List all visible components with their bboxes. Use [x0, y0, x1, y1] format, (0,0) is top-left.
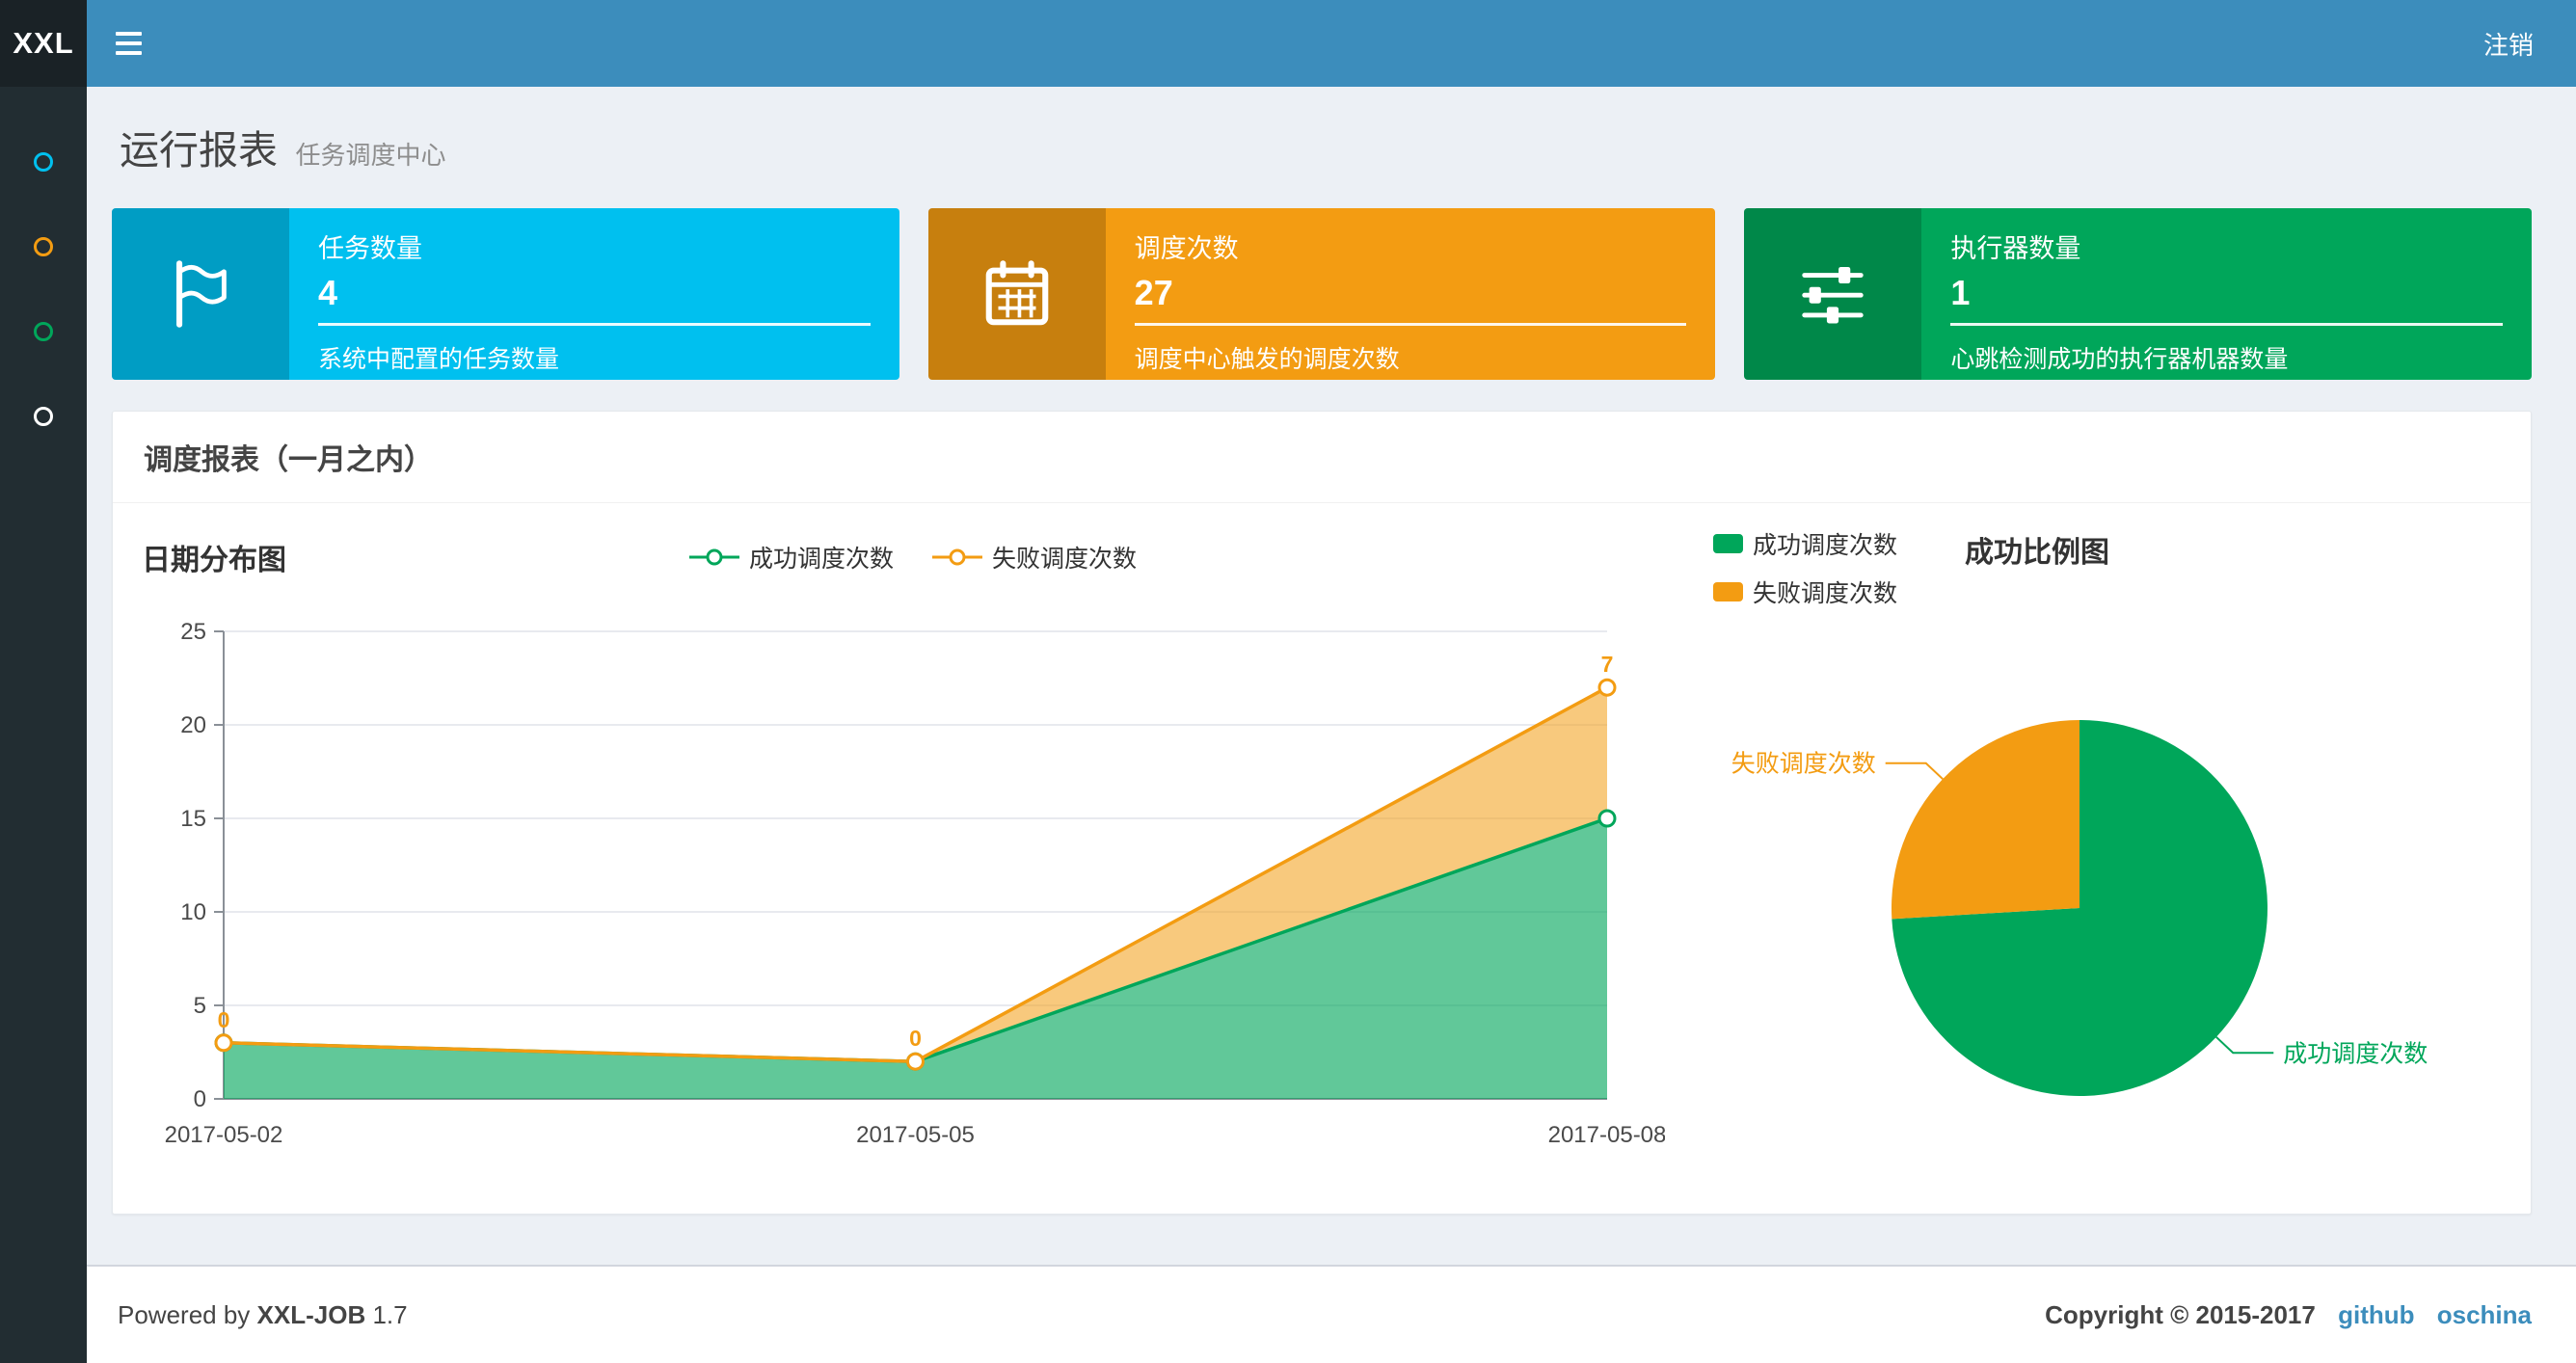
pie-slice-label: 成功调度次数: [2283, 1040, 2428, 1067]
report-panel: 调度报表（一月之内） 日期分布图 成功调度次数 失败调度次数 0 5 10 15 20 25…: [112, 411, 2532, 1215]
hamburger-icon: [116, 32, 142, 36]
x-tick-label: 2017-05-05: [856, 1122, 975, 1148]
circle-icon: [34, 152, 53, 172]
legend-label: 失败调度次数: [1753, 580, 1898, 607]
success-ratio-section: 成功调度次数 失败调度次数 成功比例图 成功调度次数 失败调度次数: [1713, 526, 2502, 1190]
legend-label: 失败调度次数: [992, 546, 1138, 573]
page-title: 运行报表: [120, 128, 278, 173]
calendar-icon: [927, 208, 1106, 380]
y-tick-label: 20: [180, 712, 206, 738]
info-box-title: 调度次数: [1134, 234, 1239, 263]
pie-chart-legend: 成功调度次数 失败调度次数: [1713, 526, 1897, 609]
info-box-content: 任务数量 4 系统中配置的任务数量: [289, 208, 899, 380]
info-box-executors[interactable]: 执行器数量 1 心跳检测成功的执行器机器数量: [1744, 208, 2533, 380]
line-chart-title: 日期分布图: [142, 545, 286, 576]
github-link[interactable]: github: [2338, 1300, 2414, 1329]
logout-link[interactable]: 注销: [2441, 0, 2576, 87]
line-legend-marker-icon: [932, 548, 982, 566]
x-tick-label: 2017-05-08: [1548, 1122, 1665, 1148]
line-chart-header: 日期分布图 成功调度次数 失败调度次数: [142, 526, 1684, 588]
sidebar-item-4[interactable]: [0, 374, 87, 459]
pie-leader-line: [2215, 1036, 2274, 1055]
pie-chart-title: 成功比例图: [1965, 537, 2110, 569]
circle-icon: [34, 237, 53, 256]
panel-title: 调度报表（一月之内）: [113, 412, 2531, 503]
navbar-spacer: [171, 0, 2441, 87]
info-box-title: 执行器数量: [1950, 234, 2081, 263]
footer-brand: XXL-JOB: [256, 1299, 366, 1329]
x-tick-label: 2017-05-02: [165, 1122, 283, 1148]
date-distribution-section: 日期分布图 成功调度次数 失败调度次数 0 5 10 15 20 25 2017-05-02 2…: [142, 526, 1684, 1190]
info-box-title: 任务数量: [318, 234, 422, 263]
info-box-divider: [318, 323, 871, 326]
y-tick-label: 5: [194, 993, 206, 1019]
legend-label: 成功调度次数: [748, 546, 894, 573]
data-point[interactable]: [906, 1052, 925, 1071]
legend-item[interactable]: 失败调度次数: [1713, 575, 1897, 609]
footer-version: 1.7: [372, 1299, 408, 1329]
data-point[interactable]: [214, 1033, 233, 1053]
sidebar-toggle-button[interactable]: [87, 0, 171, 87]
main-content: 运行报表 任务调度中心 任务数量 4 系统中配置的任务数量 调度次数 27 调度…: [87, 87, 2576, 1265]
y-tick-label: 0: [194, 1086, 206, 1112]
page-header: 运行报表 任务调度中心: [120, 118, 2532, 175]
legend-swatch-icon: [1713, 582, 1743, 601]
info-box-divider: [1950, 323, 2504, 326]
sliders-icon: [1744, 208, 1922, 380]
info-box-jobs[interactable]: 任务数量 4 系统中配置的任务数量: [112, 208, 899, 380]
footer-copyright: Copyright © 2015-2017 github oschina: [2045, 1299, 2532, 1329]
y-tick-label: 25: [180, 619, 206, 645]
sidebar-item-3[interactable]: [0, 289, 87, 374]
info-box-value: 1: [1950, 273, 1971, 312]
oschina-link[interactable]: oschina: [2437, 1300, 2532, 1329]
line-chart-legend: 成功调度次数 失败调度次数: [688, 540, 1137, 575]
sidebar-item-1[interactable]: [0, 120, 87, 204]
panel-body: 日期分布图 成功调度次数 失败调度次数 0 5 10 15 20 25 2017-05-02 2…: [113, 503, 2531, 1214]
flag-icon: [112, 208, 289, 380]
info-box-divider: [1134, 323, 1687, 326]
circle-icon: [34, 322, 53, 341]
data-point[interactable]: [1597, 678, 1617, 697]
pie-chart-header: 成功调度次数 失败调度次数 成功比例图: [1713, 526, 2502, 609]
legend-item[interactable]: 成功调度次数: [1713, 526, 1897, 561]
point-label: 7: [1601, 652, 1614, 677]
data-point[interactable]: [1597, 809, 1617, 828]
pie-slice[interactable]: [1892, 720, 2080, 920]
app-root: XXL 注销 运行报表 任务调度中心 任务数量 4 系统中配置的任务数量 调度次…: [0, 0, 2576, 1363]
legend-item[interactable]: 成功调度次数: [688, 540, 894, 575]
y-tick-label: 10: [180, 899, 206, 925]
top-navbar: XXL 注销: [0, 0, 2576, 87]
info-box-content: 调度次数 27 调度中心触发的调度次数: [1106, 208, 1716, 380]
point-label: 0: [909, 1026, 922, 1051]
info-box-desc: 调度中心触发的调度次数: [1134, 346, 1400, 373]
info-box-content: 执行器数量 1 心跳检测成功的执行器机器数量: [1921, 208, 2532, 380]
info-box-row: 任务数量 4 系统中配置的任务数量 调度次数 27 调度中心触发的调度次数 执行…: [112, 208, 2533, 380]
app-logo[interactable]: XXL: [0, 0, 87, 87]
info-box-value: 4: [318, 273, 338, 312]
legend-swatch-icon: [1713, 534, 1743, 553]
line-legend-marker-icon: [688, 548, 739, 566]
footer: Powered by XXL-JOB 1.7 Copyright © 2015-…: [87, 1265, 2576, 1363]
legend-label: 成功调度次数: [1753, 532, 1898, 559]
info-box-desc: 系统中配置的任务数量: [318, 346, 560, 373]
pie-slice-label: 失败调度次数: [1731, 751, 1876, 778]
sidebar-item-2[interactable]: [0, 204, 87, 289]
success-ratio-chart[interactable]: 成功调度次数 失败调度次数: [1713, 609, 2494, 1168]
sidebar: [0, 87, 87, 1363]
date-distribution-chart[interactable]: 05101520252017-05-02 2017-05-05 2017-05-08…: [142, 588, 1667, 1186]
legend-item[interactable]: 失败调度次数: [932, 540, 1137, 575]
point-label: 0: [218, 1007, 230, 1032]
footer-powered-by: Powered by XXL-JOB 1.7: [118, 1299, 408, 1329]
info-box-triggers[interactable]: 调度次数 27 调度中心触发的调度次数: [927, 208, 1716, 380]
info-box-value: 27: [1134, 273, 1173, 312]
page-subtitle: 任务调度中心: [295, 141, 446, 170]
circle-icon: [34, 407, 53, 426]
info-box-desc: 心跳检测成功的执行器机器数量: [1950, 346, 2289, 373]
pie-leader-line: [1885, 762, 1944, 780]
y-tick-label: 15: [180, 806, 206, 832]
